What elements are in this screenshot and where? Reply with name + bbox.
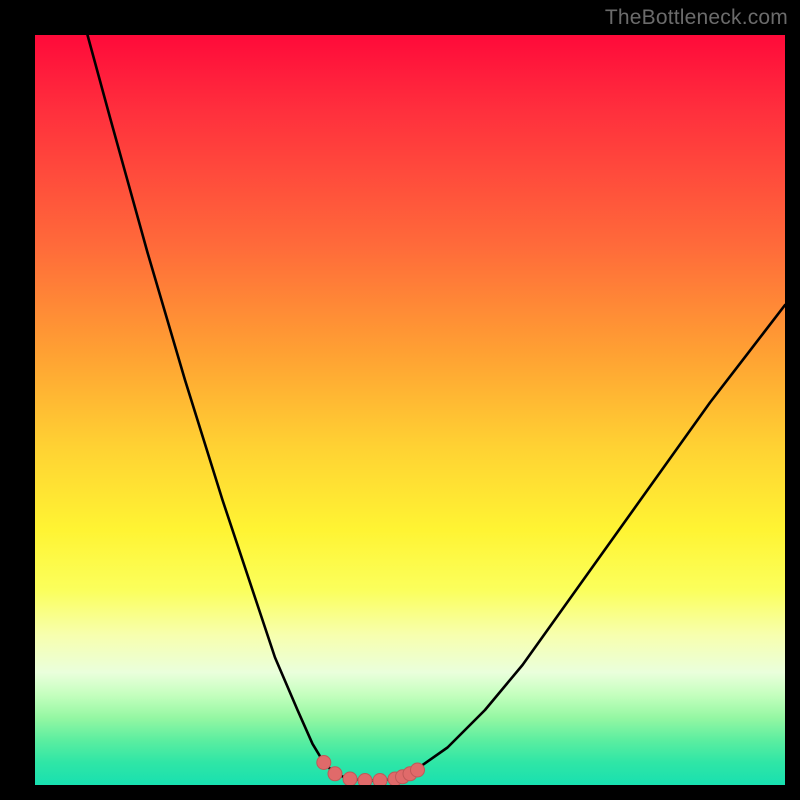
- bottleneck-curve: [88, 35, 786, 781]
- valley-marker: [373, 774, 387, 786]
- chart-frame: TheBottleneck.com: [0, 0, 800, 800]
- valley-markers-group: [317, 756, 425, 786]
- valley-marker: [317, 756, 331, 770]
- valley-marker: [411, 763, 425, 777]
- valley-marker: [358, 774, 372, 786]
- valley-marker: [343, 772, 357, 785]
- chart-plot-area: [35, 35, 785, 785]
- valley-marker: [328, 767, 342, 781]
- watermark-text: TheBottleneck.com: [605, 6, 788, 30]
- chart-svg: [35, 35, 785, 785]
